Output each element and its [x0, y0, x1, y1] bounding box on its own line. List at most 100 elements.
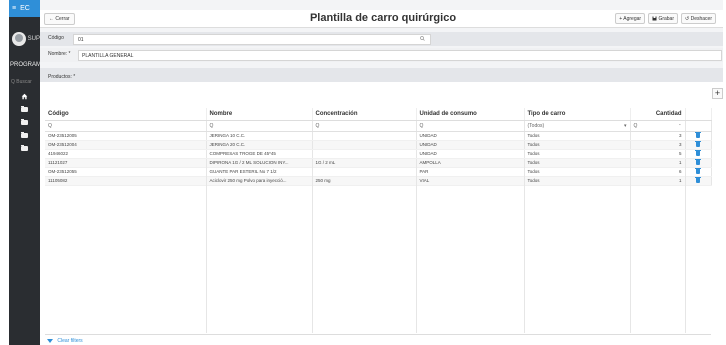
sidebar-search[interactable]: Q Buscar	[9, 79, 40, 85]
filter-unidad[interactable]: Q	[416, 120, 525, 132]
cell-tipo: Todos	[524, 167, 631, 177]
toolbar-actions: + Agregar Grabar ↺ Deshacer	[615, 13, 716, 24]
cell-codigo: 11121027	[45, 158, 207, 168]
code-field[interactable]: 01	[73, 34, 431, 45]
chevron-down-icon[interactable]: ▾	[624, 123, 627, 129]
cell-unidad: AMPOLLA	[416, 158, 525, 168]
cell-nombre: JERINGA 10 C.C.	[206, 131, 313, 141]
filter-icon	[47, 338, 53, 343]
toolbar: ← Cerrar Plantilla de carro quirúrgico +…	[40, 10, 726, 28]
folder-icon[interactable]	[9, 142, 40, 155]
cell-actions	[685, 131, 712, 141]
table-row[interactable]: 41946022 COMPRESAS TROGE DE 45*45 UNIDAD To…	[45, 149, 712, 159]
cell-concentracion	[312, 140, 417, 150]
add-row-button[interactable]: +	[712, 88, 723, 99]
brand-label: EC	[20, 5, 30, 12]
filter-cantidad[interactable]: Q ⌃	[630, 120, 686, 132]
column-header-concentracion[interactable]: Concentración	[312, 108, 417, 121]
cell-actions	[685, 167, 712, 177]
cell-concentracion	[312, 131, 417, 141]
name-row: Nombre: * PLANTILLA GENERAL	[40, 48, 726, 62]
name-label: Nombre: *	[48, 51, 71, 57]
cell-codigo: OM-23512004	[45, 140, 207, 150]
undo-button[interactable]: ↺ Deshacer	[681, 13, 716, 24]
cell-concentracion	[312, 149, 417, 159]
cell-unidad: UNIDAD	[416, 149, 525, 159]
app-window: ≡ EC SUP PROGRAM Q Buscar ← Cerrar Plant…	[0, 0, 726, 345]
sidebar-menu	[9, 90, 40, 155]
cell-codigo: OM-23512055	[45, 167, 207, 177]
main-content: ← Cerrar Plantilla de carro quirúrgico +…	[40, 0, 726, 345]
undo-label: Deshacer	[690, 16, 712, 22]
products-table: Código Nombre Concentración Unidad de co…	[45, 108, 712, 186]
user-profile[interactable]: SUP	[9, 26, 40, 52]
table-body: OM-23512005 JERINGA 10 C.C. UNIDAD Todos 3 OM…	[45, 131, 712, 186]
filter-codigo[interactable]: Q	[45, 120, 207, 132]
user-name: SUP	[27, 36, 40, 42]
cell-unidad: PAR	[416, 167, 525, 177]
cell-tipo: Todos	[524, 158, 631, 168]
sidebar-header: ≡ EC	[9, 0, 40, 17]
cell-nombre: JERINGA 20 C.C.	[206, 140, 313, 150]
column-header-tipo[interactable]: Tipo de carro	[524, 108, 631, 121]
filter-tipo-value: (Todos)	[527, 122, 545, 129]
filter-tipo[interactable]: (Todos) ▾	[524, 120, 631, 132]
cell-codigo: 41946022	[45, 149, 207, 159]
grid-column-lines	[45, 163, 711, 333]
cell-unidad: UNIDAD	[416, 140, 525, 150]
table-row[interactable]: OM-23512005 JERINGA 10 C.C. UNIDAD Todos 3	[45, 131, 712, 141]
save-button[interactable]: Grabar	[648, 13, 678, 24]
avatar	[12, 32, 26, 46]
trash-icon[interactable]	[695, 131, 701, 138]
column-header-codigo[interactable]: Código	[45, 108, 207, 121]
cell-concentracion	[312, 167, 417, 177]
cell-nombre: Aciclovir 250 mg Polvo para inyecció...	[206, 176, 313, 186]
cell-cantidad: 1	[630, 158, 686, 168]
table-row[interactable]: 11105082 Aciclovir 250 mg Polvo para inye…	[45, 176, 712, 186]
sidebar: ≡ EC SUP PROGRAM Q Buscar	[9, 0, 40, 345]
cell-actions	[685, 176, 712, 186]
table-row[interactable]: OM-23512004 JERINGA 20 C.C. UNIDAD Todos 3	[45, 140, 712, 150]
template-form: Código 01 Nombre: * PLANTILLA GENERAL Pr…	[40, 32, 726, 88]
clear-filters-link[interactable]: Clear filters	[57, 338, 82, 344]
trash-icon[interactable]	[695, 176, 701, 183]
cell-cantidad: 3	[630, 131, 686, 141]
cell-concentracion: 250 mg	[312, 176, 417, 186]
folder-icon[interactable]	[9, 103, 40, 116]
trash-icon[interactable]	[695, 140, 701, 147]
stepper-icon[interactable]: ⌃	[678, 123, 681, 128]
column-header-cantidad[interactable]: Cantidad	[630, 108, 686, 121]
cell-actions	[685, 158, 712, 168]
code-row: Código 01	[40, 32, 726, 46]
program-label: PROGRAM	[10, 62, 40, 68]
trash-icon[interactable]	[695, 167, 701, 174]
cell-cantidad: 5	[630, 149, 686, 159]
cell-unidad: UNIDAD	[416, 131, 525, 141]
table-row[interactable]: 11121027 DIPIRONA 1G / 2 ML SOLUCION INY.…	[45, 158, 712, 168]
trash-icon[interactable]	[695, 149, 701, 156]
cell-tipo: Todos	[524, 140, 631, 150]
cell-tipo: Todos	[524, 131, 631, 141]
cell-nombre: GUANTE PAR ESTERIL No 7 1/2	[206, 167, 313, 177]
folder-icon[interactable]	[9, 129, 40, 142]
search-icon[interactable]	[420, 36, 425, 43]
table-row[interactable]: OM-23512055 GUANTE PAR ESTERIL No 7 1/2 PA…	[45, 167, 712, 177]
trash-icon[interactable]	[695, 158, 701, 165]
undo-icon: ↺	[685, 16, 690, 22]
menu-icon[interactable]: ≡	[12, 5, 16, 12]
folder-icon[interactable]	[9, 116, 40, 129]
save-label: Grabar	[658, 16, 674, 22]
home-icon[interactable]	[9, 90, 40, 103]
filter-nombre[interactable]: Q	[206, 120, 313, 132]
filter-actions	[685, 120, 712, 132]
filter-concentracion[interactable]: Q	[312, 120, 417, 132]
cell-concentracion: 1G / 2 mL	[312, 158, 417, 168]
filter-cantidad-search: Q	[633, 122, 638, 129]
add-button[interactable]: + Agregar	[615, 13, 646, 24]
column-header-nombre[interactable]: Nombre	[206, 108, 313, 121]
column-header-unidad[interactable]: Unidad de consumo	[416, 108, 525, 121]
products-label: Productos: *	[48, 74, 76, 80]
name-field[interactable]: PLANTILLA GENERAL	[78, 50, 722, 61]
cell-actions	[685, 149, 712, 159]
cell-codigo: OM-23512005	[45, 131, 207, 141]
